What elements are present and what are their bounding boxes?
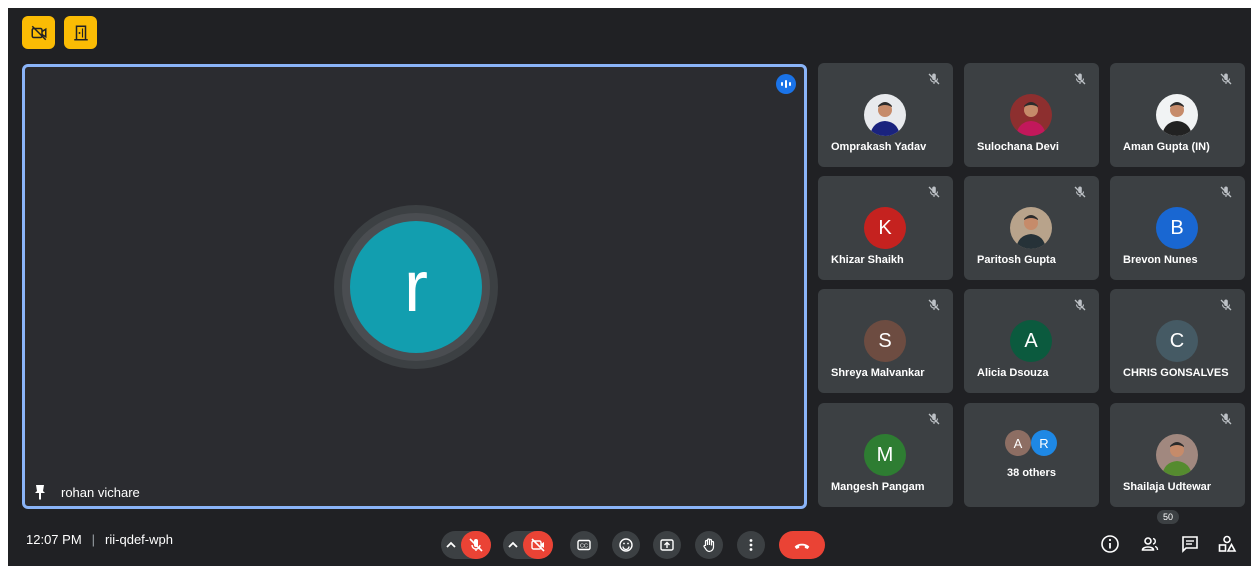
meeting-stage: r rohan vichare A R 38 others Omprakash … bbox=[8, 8, 1251, 566]
captions-icon: CC bbox=[577, 539, 591, 551]
mic-off-icon bbox=[927, 185, 941, 199]
camera-toggle-button[interactable] bbox=[523, 531, 553, 559]
separator: | bbox=[91, 532, 96, 547]
people-icon bbox=[1141, 537, 1159, 551]
people-count-badge: 50 bbox=[1157, 510, 1180, 524]
more-vert-icon bbox=[749, 539, 753, 551]
smile-icon bbox=[619, 538, 633, 552]
participant-name: Aman Gupta (IN) bbox=[1123, 141, 1210, 153]
control-bar: 12:07 PM | rii-qdef-wph CC 50 bbox=[8, 510, 1251, 566]
leave-room-warning-button[interactable] bbox=[64, 16, 97, 49]
participant-avatar bbox=[1156, 94, 1198, 136]
activities-button[interactable] bbox=[1216, 533, 1238, 555]
others-label: 38 others bbox=[1007, 467, 1056, 479]
camera-off-icon bbox=[531, 538, 545, 552]
activities-icon bbox=[1218, 535, 1237, 552]
participant-tile[interactable]: Aman Gupta (IN) bbox=[1110, 63, 1245, 167]
mic-off-icon bbox=[1219, 72, 1233, 86]
participant-avatar bbox=[864, 94, 906, 136]
others-avatar: R bbox=[1031, 430, 1057, 456]
participant-name: Omprakash Yadav bbox=[831, 141, 927, 153]
main-participant-name: rohan vichare bbox=[61, 484, 140, 500]
participant-name: Alicia Dsouza bbox=[977, 367, 1049, 379]
participant-avatar: C bbox=[1156, 320, 1198, 362]
participant-name: Sulochana Devi bbox=[977, 141, 1059, 153]
participant-tile[interactable]: A Alicia Dsouza bbox=[964, 289, 1099, 393]
mic-off-icon bbox=[1219, 298, 1233, 312]
meet-window: r rohan vichare A R 38 others Omprakash … bbox=[0, 0, 1259, 567]
camera-control bbox=[503, 531, 553, 559]
participant-name: Shreya Malvankar bbox=[831, 367, 925, 379]
present-button[interactable] bbox=[653, 531, 681, 559]
emoji-button[interactable] bbox=[612, 531, 640, 559]
participant-name: Mangesh Pangam bbox=[831, 481, 925, 493]
mic-off-icon bbox=[1073, 185, 1087, 199]
leave-call-button[interactable] bbox=[779, 531, 825, 559]
main-name-label: rohan vichare bbox=[33, 484, 140, 500]
chat-button[interactable] bbox=[1179, 533, 1201, 555]
hand-icon bbox=[703, 538, 715, 553]
clock-time: 12:07 PM bbox=[26, 532, 82, 547]
camera-options-button[interactable] bbox=[503, 531, 523, 559]
chevron-up-icon bbox=[446, 541, 456, 548]
participant-tile[interactable]: Sulochana Devi bbox=[964, 63, 1099, 167]
participant-avatar: S bbox=[864, 320, 906, 362]
participant-avatar bbox=[1156, 434, 1198, 476]
hang-up-icon bbox=[794, 543, 810, 549]
more-options-button[interactable] bbox=[737, 531, 765, 559]
main-avatar: r bbox=[350, 221, 482, 353]
main-speaker-tile[interactable]: r rohan vichare bbox=[22, 64, 807, 509]
participant-avatar bbox=[1010, 94, 1052, 136]
mic-off-icon bbox=[927, 298, 941, 312]
raise-hand-button[interactable] bbox=[695, 531, 723, 559]
mic-off-icon bbox=[1219, 412, 1233, 426]
mic-off-icon bbox=[1073, 72, 1087, 86]
others-tile[interactable]: A R 38 others bbox=[964, 403, 1099, 507]
people-button[interactable] bbox=[1139, 533, 1161, 555]
chevron-up-icon bbox=[508, 541, 518, 548]
participant-tile[interactable]: K Khizar Shaikh bbox=[818, 176, 953, 280]
mic-off-icon bbox=[469, 538, 483, 552]
no-video-icon bbox=[31, 25, 46, 40]
svg-text:CC: CC bbox=[580, 544, 588, 550]
participant-tile[interactable]: C CHRIS GONSALVES bbox=[1110, 289, 1245, 393]
participant-avatar: B bbox=[1156, 207, 1198, 249]
microphone-control bbox=[441, 531, 491, 559]
participant-name: Khizar Shaikh bbox=[831, 254, 904, 266]
participant-tile[interactable]: Omprakash Yadav bbox=[818, 63, 953, 167]
participant-tile[interactable]: Paritosh Gupta bbox=[964, 176, 1099, 280]
pin-icon[interactable] bbox=[33, 484, 47, 500]
door-icon bbox=[73, 25, 88, 40]
mic-off-icon bbox=[1073, 298, 1087, 312]
participant-avatar: M bbox=[864, 434, 906, 476]
meeting-code: rii-qdef-wph bbox=[105, 532, 173, 547]
video-off-warning-button[interactable] bbox=[22, 16, 55, 49]
others-avatar: A bbox=[1005, 430, 1031, 456]
info-icon bbox=[1101, 535, 1119, 553]
participant-tile[interactable]: Shailaja Udtewar bbox=[1110, 403, 1245, 507]
mic-off-icon bbox=[927, 412, 941, 426]
participant-tile[interactable]: S Shreya Malvankar bbox=[818, 289, 953, 393]
present-screen-icon bbox=[660, 539, 674, 551]
participant-name: CHRIS GONSALVES bbox=[1123, 367, 1229, 379]
microphone-toggle-button[interactable] bbox=[461, 531, 491, 559]
meeting-details-button[interactable] bbox=[1099, 533, 1121, 555]
participant-name: Brevon Nunes bbox=[1123, 254, 1198, 266]
participant-name: Paritosh Gupta bbox=[977, 254, 1056, 266]
chat-icon bbox=[1182, 536, 1198, 553]
participant-avatar: K bbox=[864, 207, 906, 249]
participant-tile[interactable]: B Brevon Nunes bbox=[1110, 176, 1245, 280]
captions-button[interactable]: CC bbox=[570, 531, 598, 559]
mic-off-icon bbox=[1219, 185, 1233, 199]
participant-tile[interactable]: M Mangesh Pangam bbox=[818, 403, 953, 507]
participant-avatar: A bbox=[1010, 320, 1052, 362]
mic-off-icon bbox=[927, 72, 941, 86]
microphone-options-button[interactable] bbox=[441, 531, 461, 559]
speaking-indicator-icon bbox=[776, 74, 796, 94]
participant-name: Shailaja Udtewar bbox=[1123, 481, 1212, 493]
participant-avatar bbox=[1010, 207, 1052, 249]
meeting-info: 12:07 PM | rii-qdef-wph bbox=[26, 532, 173, 547]
